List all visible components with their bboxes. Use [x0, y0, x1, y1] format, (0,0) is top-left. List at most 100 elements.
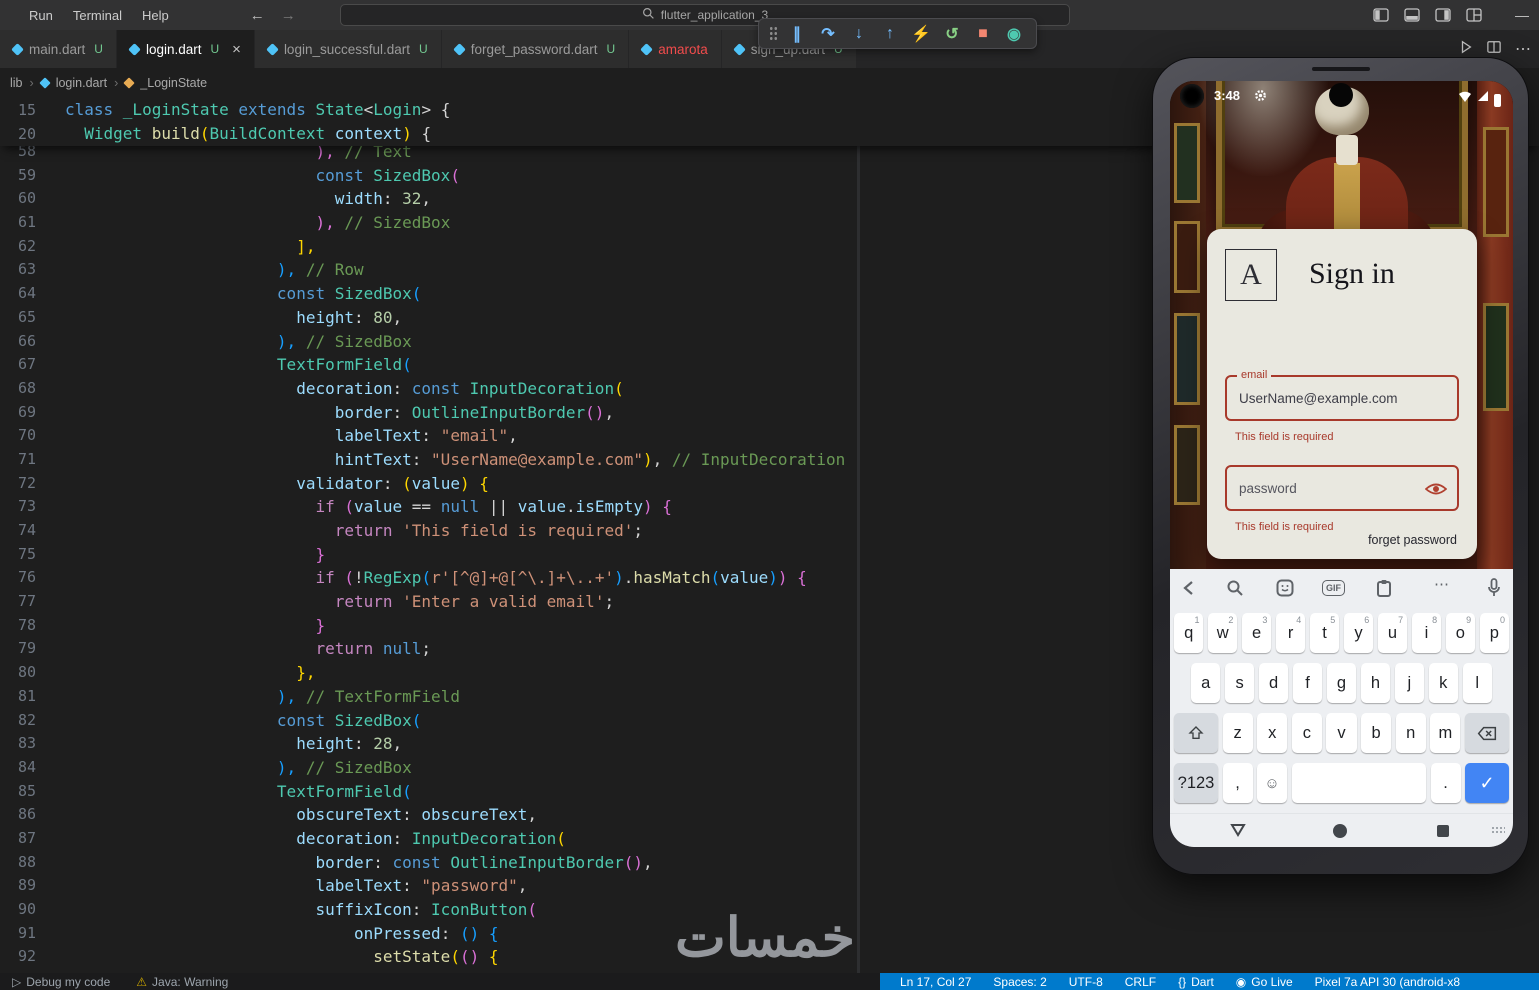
breadcrumb-file[interactable]: login.dart	[56, 76, 107, 90]
breadcrumb-symbol[interactable]: _LoginState	[140, 76, 207, 90]
tab-forget_password-dart[interactable]: forget_password.dartU	[442, 30, 630, 68]
line-number: 76	[0, 566, 36, 590]
menu-help[interactable]: Help	[133, 4, 178, 27]
key-y[interactable]: y6	[1344, 613, 1373, 653]
kb-sticker-icon[interactable]	[1276, 579, 1294, 602]
menu-run[interactable]: Run	[20, 4, 62, 27]
kb-more-icon[interactable]: ⋯	[1434, 575, 1450, 593]
key-w[interactable]: w2	[1208, 613, 1237, 653]
status-item-ln-17-col-27[interactable]: Ln 17, Col 27	[900, 975, 971, 989]
key-u[interactable]: u7	[1378, 613, 1407, 653]
forget-password-link[interactable]: forget password	[1368, 533, 1457, 547]
android-emulator-window[interactable]: 3:48 A Sign in email UserName@example.co…	[1152, 57, 1529, 875]
status-item-spaces-2[interactable]: Spaces: 2	[993, 975, 1046, 989]
split-editor-icon[interactable]	[1487, 40, 1501, 59]
status-item-java-warning[interactable]: ⚠Java: Warning	[136, 975, 228, 989]
key-d[interactable]: d	[1259, 663, 1288, 703]
restart-icon[interactable]: ↺	[940, 22, 964, 46]
key-o[interactable]: o9	[1446, 613, 1475, 653]
key-f[interactable]: f	[1293, 663, 1322, 703]
more-actions-icon[interactable]: ⋯	[1515, 39, 1531, 59]
key-letter: w	[1217, 624, 1229, 643]
keyboard-switch-icon[interactable]	[1491, 826, 1505, 835]
key-z[interactable]: z	[1223, 713, 1253, 753]
password-visibility-icon[interactable]	[1425, 481, 1447, 502]
space-key[interactable]	[1292, 763, 1427, 803]
nav-recents-icon[interactable]	[1437, 825, 1449, 837]
toggle-sidebar-icon[interactable]	[1373, 8, 1389, 22]
comma-key[interactable]: ,	[1223, 763, 1253, 803]
key-m[interactable]: m	[1430, 713, 1460, 753]
shift-key[interactable]	[1174, 713, 1218, 753]
kb-gif-icon[interactable]: GIF	[1322, 580, 1345, 596]
phone-screen[interactable]: 3:48 A Sign in email UserName@example.co…	[1170, 81, 1513, 847]
menu-terminal[interactable]: Terminal	[64, 4, 131, 27]
password-error: This field is required	[1235, 521, 1333, 533]
close-icon[interactable]: ×	[232, 41, 241, 58]
backspace-key[interactable]	[1465, 713, 1509, 753]
status-item-go-live[interactable]: ◉Go Live	[1236, 975, 1293, 989]
key-p[interactable]: p0	[1480, 613, 1509, 653]
key-g[interactable]: g	[1327, 663, 1356, 703]
customize-layout-icon[interactable]	[1466, 8, 1482, 22]
symbols-key[interactable]: ?123	[1174, 763, 1218, 803]
stop-icon[interactable]: ■	[971, 22, 995, 46]
toggle-secondary-sidebar-icon[interactable]	[1435, 8, 1451, 22]
code-token: (	[527, 900, 537, 919]
status-item-crlf[interactable]: CRLF	[1125, 975, 1156, 989]
status-item-dart[interactable]: {}Dart	[1178, 975, 1214, 989]
code-token: 80	[373, 308, 392, 327]
step-over-icon[interactable]: ↷	[816, 22, 840, 46]
period-key[interactable]: .	[1431, 763, 1461, 803]
minimize-button[interactable]: —	[1515, 7, 1529, 23]
emoji-key[interactable]: ☺	[1257, 763, 1287, 803]
pause-icon[interactable]: ∥	[785, 22, 809, 46]
tab-login-dart[interactable]: login.dartU×	[117, 30, 255, 68]
key-b[interactable]: b	[1361, 713, 1391, 753]
hot-reload-icon[interactable]: ⚡	[909, 22, 933, 46]
tab-login_successful-dart[interactable]: login_successful.dartU	[255, 30, 442, 68]
key-x[interactable]: x	[1257, 713, 1287, 753]
step-into-icon[interactable]: ↓	[847, 22, 871, 46]
enter-key[interactable]: ✓	[1465, 763, 1509, 803]
nav-home-icon[interactable]	[1333, 824, 1347, 838]
forward-arrow-icon[interactable]: →	[281, 7, 296, 24]
key-j[interactable]: j	[1395, 663, 1424, 703]
kb-back-icon[interactable]	[1180, 578, 1198, 603]
kb-mic-icon[interactable]	[1487, 578, 1501, 603]
key-h[interactable]: h	[1361, 663, 1390, 703]
key-l[interactable]: l	[1463, 663, 1492, 703]
code-text: setState(() {	[36, 945, 498, 969]
tab-main-dart[interactable]: main.dartU	[0, 30, 117, 68]
key-n[interactable]: n	[1396, 713, 1426, 753]
key-q[interactable]: q1	[1174, 613, 1203, 653]
key-s[interactable]: s	[1225, 663, 1254, 703]
code-line[interactable]: 89 labelText: "password",	[0, 874, 1539, 898]
email-field[interactable]: email UserName@example.com	[1225, 375, 1459, 421]
kb-clipboard-icon[interactable]	[1376, 579, 1392, 602]
back-arrow-icon[interactable]: ←	[250, 7, 265, 24]
status-item-pixel-7a-api-30-andr[interactable]: Pixel 7a API 30 (android-x8	[1315, 975, 1460, 989]
tab-amarota[interactable]: amarota	[629, 30, 722, 68]
inspector-icon[interactable]: ◉	[1002, 22, 1026, 46]
key-k[interactable]: k	[1429, 663, 1458, 703]
run-file-icon[interactable]	[1459, 40, 1473, 59]
key-i[interactable]: i8	[1412, 613, 1441, 653]
status-item-utf-8[interactable]: UTF-8	[1069, 975, 1103, 989]
drag-handle-icon[interactable]	[769, 26, 778, 41]
key-a[interactable]: a	[1191, 663, 1220, 703]
key-t[interactable]: t5	[1310, 613, 1339, 653]
code-text: TextFormField(	[36, 780, 412, 804]
key-c[interactable]: c	[1292, 713, 1322, 753]
key-e[interactable]: e3	[1242, 613, 1271, 653]
step-out-icon[interactable]: ↑	[878, 22, 902, 46]
status-item-debug-my-code[interactable]: ▷Debug my code	[12, 975, 110, 989]
nav-back-icon[interactable]	[1230, 823, 1246, 842]
password-field[interactable]: password	[1225, 465, 1459, 511]
kb-search-icon[interactable]	[1226, 579, 1244, 602]
key-v[interactable]: v	[1326, 713, 1356, 753]
code-text: decoration: InputDecoration(	[36, 827, 566, 851]
breadcrumb-folder[interactable]: lib	[10, 76, 23, 90]
toggle-panel-icon[interactable]	[1404, 8, 1420, 22]
key-r[interactable]: r4	[1276, 613, 1305, 653]
